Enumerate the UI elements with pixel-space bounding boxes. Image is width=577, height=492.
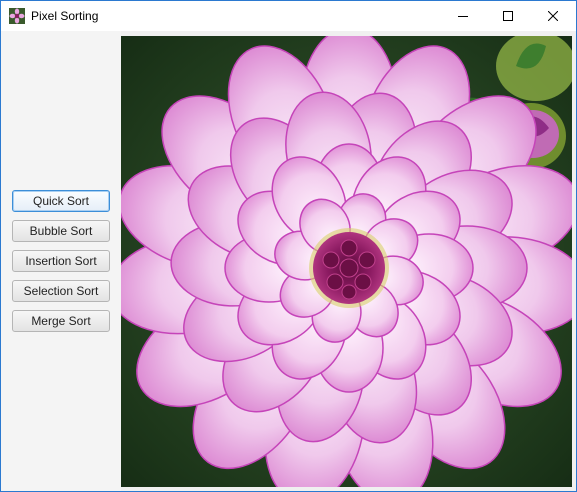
minimize-button[interactable]: [440, 1, 486, 31]
image-panel: [121, 36, 572, 487]
maximize-button[interactable]: [485, 1, 531, 31]
merge-sort-button[interactable]: Merge Sort: [12, 310, 110, 332]
flower-icon: [9, 8, 25, 24]
window-title: Pixel Sorting: [31, 9, 99, 23]
quick-sort-button[interactable]: Quick Sort: [12, 190, 110, 212]
bubble-sort-button[interactable]: Bubble Sort: [12, 220, 110, 242]
app-window: Pixel Sorting Quick Sort Bubble Sort Ins…: [0, 0, 577, 492]
dahlia-image: [121, 36, 572, 487]
close-button[interactable]: [530, 1, 576, 31]
insertion-sort-button[interactable]: Insertion Sort: [12, 250, 110, 272]
close-icon: [548, 11, 558, 21]
selection-sort-button[interactable]: Selection Sort: [12, 280, 110, 302]
title-bar[interactable]: Pixel Sorting: [1, 1, 576, 31]
minimize-icon: [458, 16, 468, 17]
maximize-icon: [503, 11, 513, 21]
sort-sidebar: Quick Sort Bubble Sort Insertion Sort Se…: [1, 31, 121, 491]
